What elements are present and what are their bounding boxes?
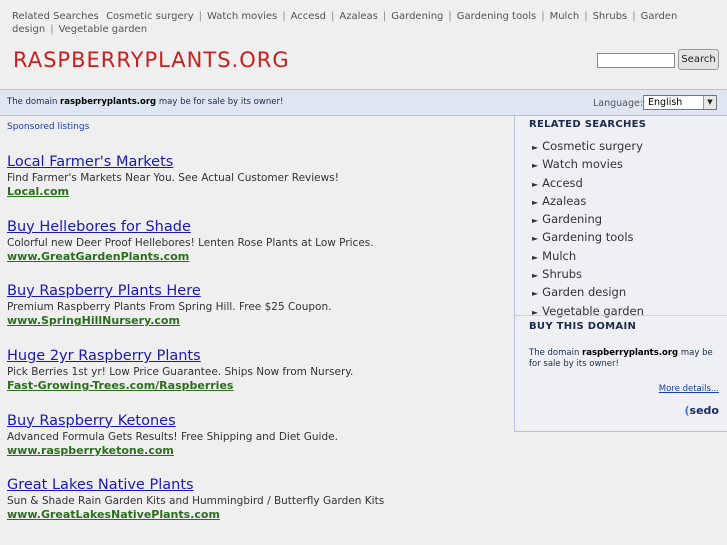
related-search-link[interactable]: Mulch xyxy=(542,249,576,263)
buy-domain-heading: BUY THIS DOMAIN xyxy=(529,321,637,332)
listing-item: Buy Hellebores for Shade Colorful new Dee… xyxy=(7,219,507,284)
bullet-icon: ► xyxy=(532,271,539,281)
related-searches-label: Related Searches xyxy=(12,11,99,22)
related-search-item[interactable]: ► Shrubs xyxy=(532,266,644,284)
bullet-icon: ► xyxy=(532,179,539,189)
separator: | xyxy=(448,11,452,22)
sponsored-listings: Local Farmer's Markets Find Farmer's Mark… xyxy=(7,154,507,542)
bullet-icon: ► xyxy=(532,161,539,171)
top-related-link[interactable]: Cosmetic surgery xyxy=(106,11,194,22)
search-button[interactable]: Search xyxy=(678,49,719,70)
listing-url-link[interactable]: www.raspberryketone.com xyxy=(7,444,507,457)
related-searches-heading: RELATED SEARCHES xyxy=(529,119,647,130)
dropdown-arrow-icon[interactable]: ▼ xyxy=(703,96,716,109)
buy-domain-name: raspberryplants.org xyxy=(582,348,679,358)
language-selected: English xyxy=(648,97,683,108)
sponsored-label: Sponsored listings xyxy=(7,122,90,132)
listing-item: Local Farmer's Markets Find Farmer's Mark… xyxy=(7,154,507,219)
bullet-icon: ► xyxy=(532,143,539,152)
related-search-item[interactable]: ► Accesd xyxy=(532,175,644,193)
language-label: Language: xyxy=(593,98,644,109)
related-search-link[interactable]: Accesd xyxy=(542,176,583,190)
bullet-icon: ► xyxy=(532,289,539,299)
listing-url-link[interactable]: www.GreatGardenPlants.com xyxy=(7,250,507,263)
top-related-link[interactable]: Vegetable garden xyxy=(59,24,147,35)
sidebar: RELATED SEARCHES ► Cosmetic surgery ► Watch… xyxy=(514,116,727,432)
listing-title-link[interactable]: Buy Hellebores for Shade xyxy=(7,219,507,236)
listing-item: Great Lakes Native Plants Sun & Shade Rai… xyxy=(7,477,507,542)
related-searches-list: ► Cosmetic surgery ► Watch movies ► Accesd ► Az… xyxy=(532,138,644,321)
related-search-link[interactable]: Gardening tools xyxy=(542,230,633,244)
bullet-icon: ► xyxy=(532,197,539,207)
top-related-link[interactable]: Gardening xyxy=(391,11,443,22)
listing-description: Sun & Shade Rain Garden Kits and Humming… xyxy=(7,495,385,508)
related-search-link[interactable]: Watch movies xyxy=(542,157,623,171)
listing-description: Premium Raspberry Plants From Spring Hil… xyxy=(7,301,332,314)
domain-sale-text: The domain raspberryplants.org may be fo… xyxy=(7,97,284,107)
listing-url-link[interactable]: Fast-Growing-Trees.com/Raspberries xyxy=(7,379,507,392)
top-related-link[interactable]: Watch movies xyxy=(207,11,277,22)
related-search-link[interactable]: Azaleas xyxy=(542,194,586,208)
listing-description: Advanced Formula Gets Results! Free Ship… xyxy=(7,430,338,443)
related-search-item[interactable]: ► Azaleas xyxy=(532,193,644,211)
separator: | xyxy=(198,11,203,22)
separator: | xyxy=(584,11,588,22)
language-select[interactable]: English ▼ xyxy=(643,95,717,110)
bullet-icon: ► xyxy=(532,252,539,262)
listing-title-link[interactable]: Buy Raspberry Ketones xyxy=(7,413,507,430)
related-search-link[interactable]: Gardening xyxy=(542,212,602,226)
top-related-searches: Related Searches Cosmetic surgery | Watch … xyxy=(12,10,712,36)
top-related-link[interactable]: Gardening tools xyxy=(457,11,536,22)
related-search-link[interactable]: Cosmetic surgery xyxy=(542,139,643,153)
separator: | xyxy=(50,24,54,35)
domain-sale-bar: The domain raspberryplants.org may be fo… xyxy=(0,89,727,116)
search-input[interactable] xyxy=(597,53,675,68)
more-details-link[interactable]: More details... xyxy=(659,384,719,394)
top-related-link[interactable]: Accesd xyxy=(291,11,326,22)
separator: | xyxy=(541,11,545,22)
separator: | xyxy=(382,11,387,22)
listing-url-link[interactable]: www.GreatLakesNativePlants.com xyxy=(7,508,507,521)
related-search-item[interactable]: ► Mulch xyxy=(532,248,644,266)
listing-description: Colorful new Deer Proof Hellebores! Lent… xyxy=(7,236,374,249)
listing-title-link[interactable]: Great Lakes Native Plants xyxy=(7,477,507,494)
related-search-item[interactable]: ► Watch movies xyxy=(532,156,644,174)
related-search-item[interactable]: ► Garden design xyxy=(532,284,644,302)
bullet-icon: ► xyxy=(532,216,539,226)
related-search-link[interactable]: Garden design xyxy=(542,285,626,299)
related-search-item[interactable]: ► Vegetable garden xyxy=(532,303,644,321)
site-title: RASPBERRYPLANTS.ORG xyxy=(13,48,290,72)
related-search-item[interactable]: ► Gardening xyxy=(532,211,644,229)
sedo-logo[interactable]: (sedo xyxy=(685,404,719,417)
listing-title-link[interactable]: Huge 2yr Raspberry Plants xyxy=(7,348,507,365)
separator: | xyxy=(282,11,286,22)
listing-item: Huge 2yr Raspberry Plants Pick Berries 1s… xyxy=(7,348,507,413)
top-related-link[interactable]: Shrubs xyxy=(593,11,628,22)
listing-description: Pick Berries 1st yr! Low Price Guarantee… xyxy=(7,366,354,379)
related-search-item[interactable]: ► Gardening tools xyxy=(532,229,644,247)
listing-url-link[interactable]: Local.com xyxy=(7,185,507,198)
separator: | xyxy=(632,11,636,22)
listing-title-link[interactable]: Buy Raspberry Plants Here xyxy=(7,283,507,300)
listing-description: Find Farmer's Markets Near You. See Actu… xyxy=(7,172,339,184)
listing-item: Buy Raspberry Ketones Advanced Formula Ge… xyxy=(7,413,507,478)
related-search-link[interactable]: Shrubs xyxy=(542,267,582,281)
top-related-link[interactable]: Azaleas xyxy=(339,11,378,22)
listing-item: Buy Raspberry Plants Here Premium Raspber… xyxy=(7,283,507,348)
listing-title-link[interactable]: Local Farmer's Markets xyxy=(7,154,507,171)
sidebar-divider xyxy=(515,315,727,316)
bullet-icon: ► xyxy=(532,234,539,244)
buy-domain-text: The domain raspberryplants.org may be fo… xyxy=(529,348,713,369)
separator: | xyxy=(331,11,335,22)
domain-name: raspberryplants.org xyxy=(60,97,157,107)
top-related-link[interactable]: Mulch xyxy=(550,11,580,22)
listing-url-link[interactable]: www.SpringHillNursery.com xyxy=(7,314,507,327)
related-search-item[interactable]: ► Cosmetic surgery xyxy=(532,138,644,156)
